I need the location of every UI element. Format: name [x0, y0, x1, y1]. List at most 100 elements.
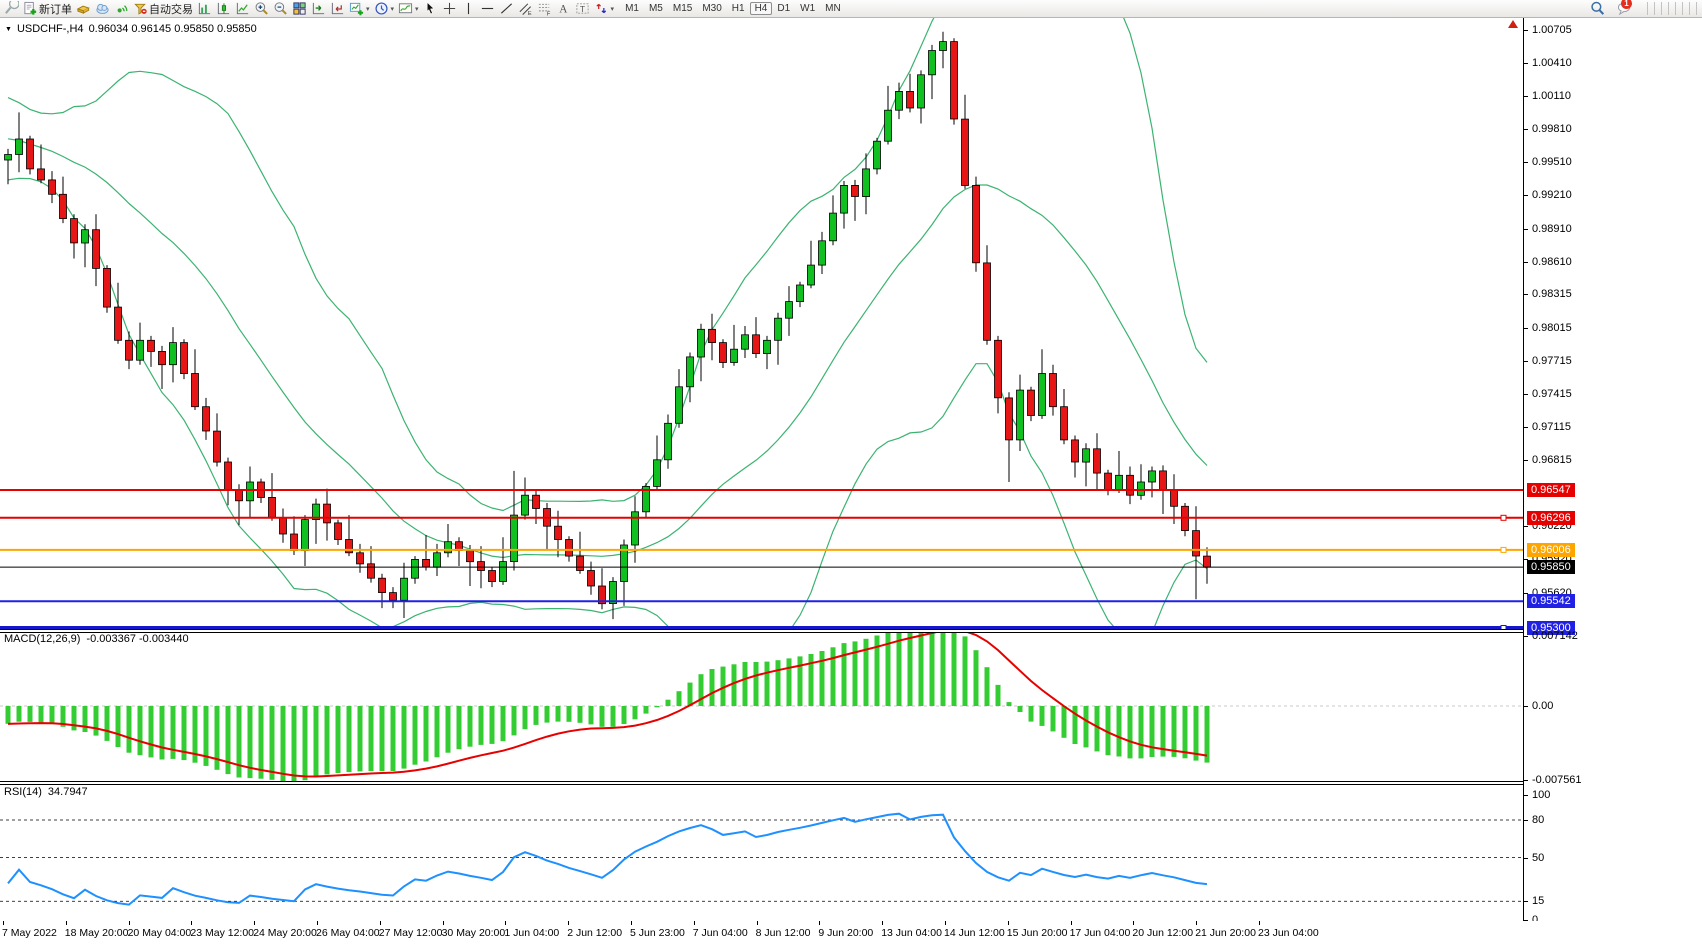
vertical-line-tool-button[interactable] — [459, 0, 478, 17]
price-tick-label: 0.98015 — [1532, 322, 1572, 334]
macd-bar — [512, 706, 517, 735]
axis-tick — [1524, 195, 1528, 196]
chart-menu-arrow-icon[interactable]: ▼ — [5, 26, 12, 33]
bollinger-bands — [8, 18, 1207, 629]
timeframe-m1[interactable]: M1 — [620, 2, 644, 15]
macd-bar — [17, 706, 22, 722]
candle-body — [1160, 471, 1167, 490]
autotrade-button[interactable]: 自动交易 — [131, 0, 195, 17]
line-drag-handle[interactable] — [1501, 515, 1506, 520]
time-axis-tick — [443, 921, 444, 925]
new-chart-button[interactable]: ▾ — [347, 0, 372, 17]
time-tick-label: 1 Jun 04:00 — [504, 927, 559, 939]
chat-button[interactable]: 1 — [1615, 0, 1634, 17]
pane-separator[interactable] — [0, 784, 1702, 785]
pane-separator[interactable] — [0, 781, 1702, 782]
candle-body — [731, 349, 738, 362]
zoom-out-button[interactable] — [271, 0, 290, 17]
bar-chart-button[interactable] — [195, 0, 214, 17]
horizontal-line-tool-button[interactable] — [478, 0, 497, 17]
candle-body — [489, 571, 496, 582]
candle-body — [764, 340, 771, 353]
crosshair-tool-button[interactable] — [440, 0, 459, 17]
market-watch-button[interactable] — [74, 0, 93, 17]
clock-icon — [374, 1, 389, 16]
toolbar-separator — [1647, 2, 1648, 15]
template-icon — [398, 1, 413, 16]
candle-body — [390, 593, 397, 601]
macd-bar — [468, 706, 473, 747]
candle-body — [885, 110, 892, 141]
trendline-tool-button[interactable] — [497, 0, 516, 17]
rsi-indicator-pane[interactable] — [0, 785, 1523, 921]
text-tool-button[interactable]: A — [554, 0, 573, 17]
timeframe-h1[interactable]: H1 — [727, 2, 750, 15]
macd-axis-label: 0.007142 — [1532, 630, 1578, 642]
line-drag-handle[interactable] — [1501, 547, 1506, 552]
candlestick-chart-button[interactable] — [214, 0, 233, 17]
macd-bar — [138, 706, 143, 755]
candle-body — [1083, 449, 1090, 462]
toolbar-right-group: 1 — [1588, 0, 1644, 17]
price-chart-pane[interactable] — [0, 18, 1523, 629]
search-button[interactable] — [1588, 0, 1607, 17]
macd-signal-line — [8, 633, 1207, 777]
scroll-to-end-marker-icon[interactable] — [1508, 20, 1518, 28]
macd-bar — [105, 706, 110, 741]
candle-body — [126, 340, 133, 360]
timeframe-d1[interactable]: D1 — [772, 2, 795, 15]
pane-separator[interactable] — [0, 629, 1702, 630]
cursor-tool-button[interactable] — [421, 0, 440, 17]
macd-bar — [787, 658, 792, 706]
rsi-axis-label: 80 — [1532, 814, 1544, 826]
time-axis-tick — [1259, 921, 1260, 925]
macd-bar — [1172, 706, 1177, 757]
auto-scroll-button[interactable] — [328, 0, 347, 17]
chart-shift-button[interactable] — [309, 0, 328, 17]
pane-separator[interactable] — [0, 632, 1702, 633]
equidistant-channel-tool-button[interactable]: E — [516, 0, 535, 17]
new-order-button[interactable]: 新订单 — [21, 0, 74, 17]
fibonacci-tool-button[interactable]: F — [535, 0, 554, 17]
macd-bar — [1194, 706, 1199, 761]
price-axis[interactable]: 1.007051.004101.001100.998100.995100.992… — [1523, 18, 1702, 921]
toolbar-separator — [1675, 2, 1676, 15]
templates-button[interactable]: ▾ — [396, 0, 421, 17]
line-chart-button[interactable] — [233, 0, 252, 17]
timeframe-h4[interactable]: H4 — [750, 2, 773, 15]
macd-bar — [952, 633, 957, 706]
timeframe-toolbar: M1M5M15M30H1H4D1W1MN — [620, 2, 846, 15]
macd-bar — [732, 664, 737, 706]
profile-line-icon — [235, 1, 250, 16]
macd-bar — [567, 706, 572, 722]
macd-bar — [281, 706, 286, 781]
macd-histogram — [6, 633, 1210, 781]
axis-tick — [1524, 901, 1528, 902]
tile-windows-button[interactable] — [290, 0, 309, 17]
arrows-tool-button[interactable]: ▾ — [592, 0, 617, 17]
timeframe-m15[interactable]: M15 — [668, 2, 697, 15]
terminal-button[interactable] — [112, 0, 131, 17]
svg-text:E: E — [527, 11, 531, 16]
macd-indicator-pane[interactable] — [0, 633, 1523, 781]
periods-menu-button[interactable]: ▾ — [372, 0, 397, 17]
text-label-tool-button[interactable]: T — [573, 0, 592, 17]
candle-body — [852, 185, 859, 196]
macd-bar — [369, 706, 374, 771]
macd-bar — [963, 636, 968, 706]
window-menu-icon[interactable] — [2, 0, 21, 17]
macd-bar — [6, 706, 11, 724]
timeframe-mn[interactable]: MN — [820, 2, 846, 15]
toolbar-separator — [1668, 2, 1669, 15]
timeframe-m30[interactable]: M30 — [697, 2, 726, 15]
timeframe-w1[interactable]: W1 — [795, 2, 820, 15]
timeframe-m5[interactable]: M5 — [644, 2, 668, 15]
zoom-in-button[interactable] — [252, 0, 271, 17]
time-axis[interactable]: 7 May 202218 May 20:0020 May 04:0023 May… — [0, 921, 1702, 946]
candle-body — [159, 351, 166, 364]
axis-tick — [1524, 30, 1528, 31]
navigator-button[interactable] — [93, 0, 112, 17]
candle-body — [302, 520, 309, 551]
macd-bar — [644, 706, 649, 714]
rsi-axis-label: 100 — [1532, 789, 1550, 801]
